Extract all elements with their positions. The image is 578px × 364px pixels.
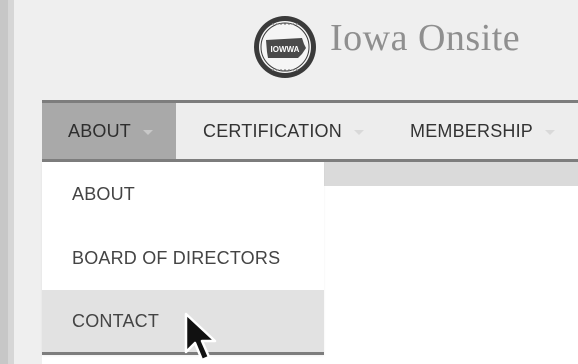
dropdown-item-label: ABOUT (72, 183, 136, 204)
nav-item-membership[interactable]: MEMBERSHIP (382, 103, 578, 159)
nav-item-label: ABOUT (68, 120, 132, 141)
caret-down-icon (353, 129, 364, 135)
nav-item-label: CERTIFICATION (203, 120, 342, 141)
dropdown-item-board-of-directors[interactable]: BOARD OF DIRECTORS (42, 226, 324, 290)
dropdown-item-about[interactable]: ABOUT (42, 162, 324, 226)
iowa-logo-icon[interactable]: IOWWA (252, 14, 318, 80)
dropdown-item-label: CONTACT (72, 310, 160, 331)
dropdown-item-label: BOARD OF DIRECTORS (72, 247, 281, 268)
nav-item-about[interactable]: ABOUT (42, 103, 176, 159)
nav-item-label: MEMBERSHIP (410, 120, 534, 141)
mouse-pointer-icon (182, 312, 222, 364)
caret-down-icon (545, 129, 556, 135)
logo-text: IOWWA (271, 45, 300, 54)
site-header: IOWWA Iowa Onsite (14, 0, 578, 100)
nav-item-certification[interactable]: CERTIFICATION (176, 103, 382, 159)
caret-down-icon (143, 129, 154, 135)
browser-viewport: IOWWA Iowa Onsite ABOUT CERTIFICATION ME… (8, 0, 578, 364)
site-title[interactable]: Iowa Onsite (330, 16, 520, 60)
main-nav: ABOUT CERTIFICATION MEMBERSHIP (42, 100, 578, 162)
